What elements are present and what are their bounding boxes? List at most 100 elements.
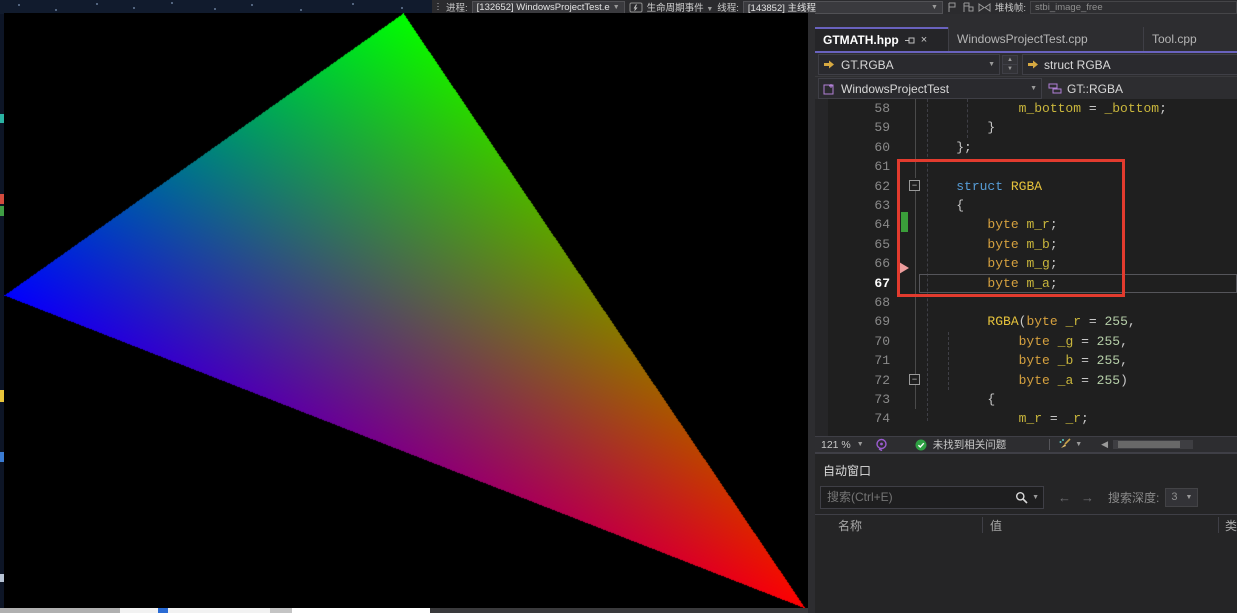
process-label: 进程: (446, 0, 468, 14)
tab-label: Tool.cpp (1152, 32, 1197, 46)
parallel-stacks-icon[interactable] (978, 3, 991, 12)
tab-tool-cpp[interactable]: Tool.cpp (1143, 27, 1237, 51)
forward-arrow-icon[interactable]: → (1081, 490, 1094, 505)
line-number: 72 (843, 371, 890, 390)
intellicode-icon[interactable] (875, 438, 888, 451)
line-number: 61 (843, 157, 890, 176)
project-icon (823, 83, 835, 95)
navigation-bar-types: GT.RGBA ▼ ▲ ▼ struct RGBA (815, 53, 1237, 76)
line-number: 70 (843, 332, 890, 351)
desktop-bottom-sliver (0, 608, 808, 613)
member-dropdown[interactable]: struct RGBA (1022, 54, 1237, 75)
code-cleanup-broom-icon[interactable]: ▼ (1058, 438, 1082, 451)
chevron-down-icon: ▼ (857, 441, 864, 448)
line-number: 68 (843, 293, 890, 312)
stackframe-label: 堆栈帧: (995, 0, 1026, 14)
code-text: } (925, 118, 995, 137)
search-depth-label: 搜索深度: (1108, 489, 1159, 506)
toolbar-grip[interactable] (436, 2, 440, 12)
chevron-down-icon: ▼ (1030, 85, 1037, 92)
scroll-left-icon[interactable]: ◀ (1101, 439, 1108, 450)
column-type[interactable]: 类 (1225, 517, 1237, 534)
tab-label: WindowsProjectTest.cpp (957, 32, 1088, 46)
member-value: struct RGBA (1044, 58, 1111, 72)
horizontal-scrollbar[interactable] (1113, 440, 1193, 449)
search-input[interactable] (825, 489, 1011, 505)
thread-dropdown[interactable]: [143852] 主线程 ▼ (743, 1, 943, 14)
code-line[interactable]: 71 byte _b = 255, (815, 351, 1237, 370)
flag-icon[interactable] (947, 2, 958, 13)
autos-search-row: ▼ ← → 搜索深度: 3 ▼ (815, 484, 1237, 510)
search-depth-dropdown[interactable]: 3 ▼ (1165, 488, 1198, 507)
code-line[interactable]: 72 byte _a = 255) (815, 371, 1237, 390)
code-line[interactable]: 70 byte _g = 255, (815, 332, 1237, 351)
close-icon[interactable]: × (921, 35, 927, 46)
thread-value: [143852] 主线程 (748, 0, 816, 14)
annotation-rectangle (897, 159, 1125, 297)
code-text: m_r = _r; (925, 409, 1089, 428)
line-number: 64 (843, 215, 890, 234)
search-box[interactable]: ▼ (820, 486, 1044, 509)
line-number: 66 (843, 254, 890, 273)
scrollbar-thumb[interactable] (1118, 441, 1180, 448)
autos-column-header: 名称 值 类 (815, 514, 1237, 536)
project-dropdown[interactable]: WindowsProjectTest ▼ (818, 78, 1042, 99)
back-arrow-icon[interactable]: ← (1058, 490, 1071, 505)
chevron-down-icon: ▼ (706, 6, 713, 13)
line-number: 59 (843, 118, 890, 137)
health-indicator[interactable]: 未找到相关问题 (915, 437, 1007, 452)
code-line[interactable]: 74 m_r = _r; (815, 409, 1237, 428)
thread-label: 线程: (717, 0, 739, 14)
tab-windowsprojecttest-cpp[interactable]: WindowsProjectTest.cpp (948, 27, 1143, 51)
health-text: 未找到相关问题 (933, 437, 1007, 452)
process-dropdown[interactable]: [132652] WindowsProjectTest.e ▼ (472, 1, 625, 14)
code-text: }; (925, 138, 972, 157)
desktop-wallpaper-strip (0, 0, 432, 14)
zoom-dropdown[interactable]: 121 % ▼ (818, 439, 864, 451)
stackframe-dropdown[interactable]: stbi_image_free (1030, 1, 1237, 14)
autos-grid-empty[interactable] (815, 535, 1237, 613)
chevron-down-icon: ▼ (1185, 494, 1192, 501)
line-number: 60 (843, 138, 890, 157)
scope-dropdown[interactable]: GT.RGBA ▼ (818, 54, 1000, 75)
code-line[interactable]: 73 { (815, 390, 1237, 409)
code-text: RGBA(byte _r = 255, (925, 312, 1136, 331)
code-line[interactable]: 59 } (815, 118, 1237, 137)
column-name[interactable]: 名称 (838, 517, 862, 534)
code-text: byte _b = 255, (925, 351, 1128, 370)
screen: 进程: [132652] WindowsProjectTest.e ▼ 生命周期… (0, 0, 1237, 613)
chevron-down-icon: ▼ (931, 4, 938, 11)
code-text: byte _a = 255) (925, 371, 1128, 390)
line-number: 74 (843, 409, 890, 428)
search-icon[interactable] (1015, 491, 1028, 504)
line-number: 62 (843, 177, 890, 196)
lifecycle-events-icon[interactable] (629, 2, 643, 13)
chevron-down-icon: ▼ (1075, 441, 1082, 448)
code-line[interactable]: 58 m_bottom = _bottom; (815, 99, 1237, 118)
code-editor[interactable]: 58 m_bottom = _bottom;59 }60 };6162 stru… (815, 99, 1237, 436)
line-number: 69 (843, 312, 890, 331)
navigation-bar-project: WindowsProjectTest ▼ GT::RGBA (815, 76, 1237, 100)
line-number: 65 (843, 235, 890, 254)
check-circle-icon (915, 439, 927, 451)
line-number: 73 (843, 390, 890, 409)
project-value: WindowsProjectTest (841, 82, 949, 96)
code-line[interactable]: 60 }; (815, 138, 1237, 157)
stackframe-value: stbi_image_free (1035, 2, 1103, 13)
spinner-down-button[interactable]: ▼ (1002, 64, 1018, 74)
column-separator[interactable] (1218, 517, 1219, 533)
tab-strip: GTMATH.hpp × WindowsProjectTest.cpp Tool… (815, 27, 1237, 51)
flag-plus-icon[interactable] (962, 2, 974, 13)
editor-panel: GTMATH.hpp × WindowsProjectTest.cpp Tool… (815, 14, 1237, 613)
code-line[interactable]: 69 RGBA(byte _r = 255, (815, 312, 1237, 331)
type-context[interactable]: GT::RGBA (1042, 82, 1129, 96)
debug-toolbar: 进程: [132652] WindowsProjectTest.e ▼ 生命周期… (432, 0, 1237, 14)
process-value: [132652] WindowsProjectTest.e (477, 2, 610, 13)
column-separator[interactable] (982, 517, 983, 533)
column-value[interactable]: 值 (990, 517, 1002, 534)
type-value: GT::RGBA (1067, 82, 1123, 96)
pin-icon[interactable] (905, 36, 915, 45)
lifecycle-dropdown[interactable]: 生命周期事件 ▼ (647, 0, 714, 14)
tab-gtmath-hpp[interactable]: GTMATH.hpp × (815, 27, 948, 51)
fold-collapse-icon[interactable]: − (909, 374, 920, 385)
